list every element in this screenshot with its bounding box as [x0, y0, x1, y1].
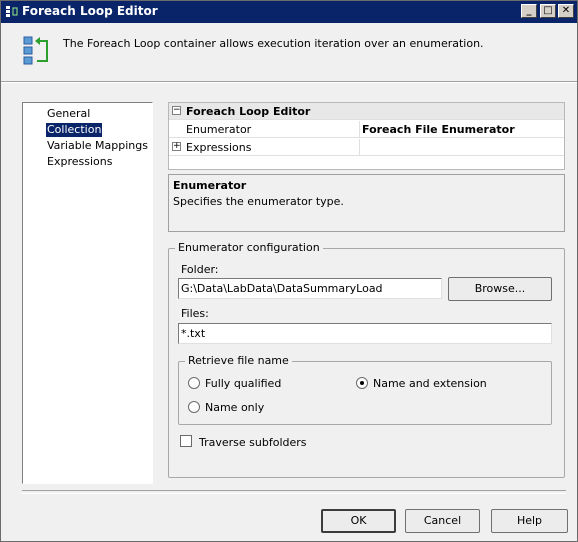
window-title: Foreach Loop Editor: [22, 4, 158, 18]
help-button[interactable]: Help: [491, 509, 568, 533]
enumerator-label: Enumerator: [186, 123, 252, 136]
nav-item-general[interactable]: General: [46, 107, 91, 121]
description-title: Enumerator: [173, 179, 247, 192]
folder-label: Folder:: [181, 263, 219, 276]
propgrid-category-label: Foreach Loop Editor: [186, 105, 311, 118]
enumerator-config-legend: Enumerator configuration: [175, 241, 323, 254]
folder-input[interactable]: G:\Data\LabData\DataSummaryLoad: [178, 278, 442, 299]
header-separator: [1, 81, 577, 83]
maximize-button[interactable]: □: [540, 4, 556, 18]
property-grid[interactable]: − Foreach Loop Editor Enumerator Foreach…: [168, 102, 565, 170]
collapse-icon[interactable]: −: [172, 106, 181, 115]
expressions-label: Expressions: [186, 141, 252, 154]
expand-icon[interactable]: +: [172, 142, 181, 151]
minimize-button[interactable]: _: [521, 4, 537, 18]
close-button[interactable]: ✕: [558, 4, 574, 18]
files-label: Files:: [181, 307, 209, 320]
radio-name-and-extension[interactable]: [356, 377, 368, 389]
description-panel: Enumerator Specifies the enumerator type…: [168, 174, 565, 232]
files-input[interactable]: *.txt: [178, 323, 552, 344]
retrieve-file-name-legend: Retrieve file name: [185, 354, 292, 367]
description-text: Specifies the enumerator type.: [173, 195, 344, 208]
ok-button[interactable]: OK: [321, 509, 396, 533]
dialog-window: Foreach Loop Editor _ □ ✕ The Foreach Lo…: [0, 0, 578, 542]
enumerator-value[interactable]: Foreach File Enumerator: [359, 121, 564, 138]
nav-item-variable-mappings[interactable]: Variable Mappings: [46, 139, 149, 153]
traverse-subfolders-label[interactable]: Traverse subfolders: [199, 436, 307, 449]
nav-item-expressions[interactable]: Expressions: [46, 155, 113, 169]
browse-button[interactable]: Browse...: [448, 277, 552, 301]
radio-name-only[interactable]: [188, 401, 200, 413]
title-bar[interactable]: Foreach Loop Editor _ □ ✕: [1, 1, 577, 23]
nav-item-collection[interactable]: Collection: [46, 123, 103, 137]
radio-fully-qualified[interactable]: [188, 377, 200, 389]
retrieve-file-name-group: Retrieve file name: [178, 354, 552, 425]
traverse-subfolders-checkbox[interactable]: [180, 435, 192, 447]
propgrid-row-expressions[interactable]: + Expressions: [169, 139, 564, 156]
name-and-extension-label[interactable]: Name and extension: [373, 377, 487, 390]
foreach-loop-icon: [6, 6, 18, 17]
propgrid-category-row[interactable]: − Foreach Loop Editor: [169, 103, 564, 120]
expressions-value[interactable]: [359, 139, 564, 156]
fully-qualified-label[interactable]: Fully qualified: [205, 377, 281, 390]
header-description: The Foreach Loop container allows execut…: [63, 37, 484, 50]
name-only-label[interactable]: Name only: [205, 401, 264, 414]
nav-list[interactable]: General Collection Variable Mappings Exp…: [22, 102, 153, 484]
foreach-loop-icon: [23, 36, 48, 65]
propgrid-row-enumerator[interactable]: Enumerator Foreach File Enumerator: [169, 121, 564, 138]
footer-separator: [22, 490, 566, 494]
cancel-button[interactable]: Cancel: [405, 509, 480, 533]
